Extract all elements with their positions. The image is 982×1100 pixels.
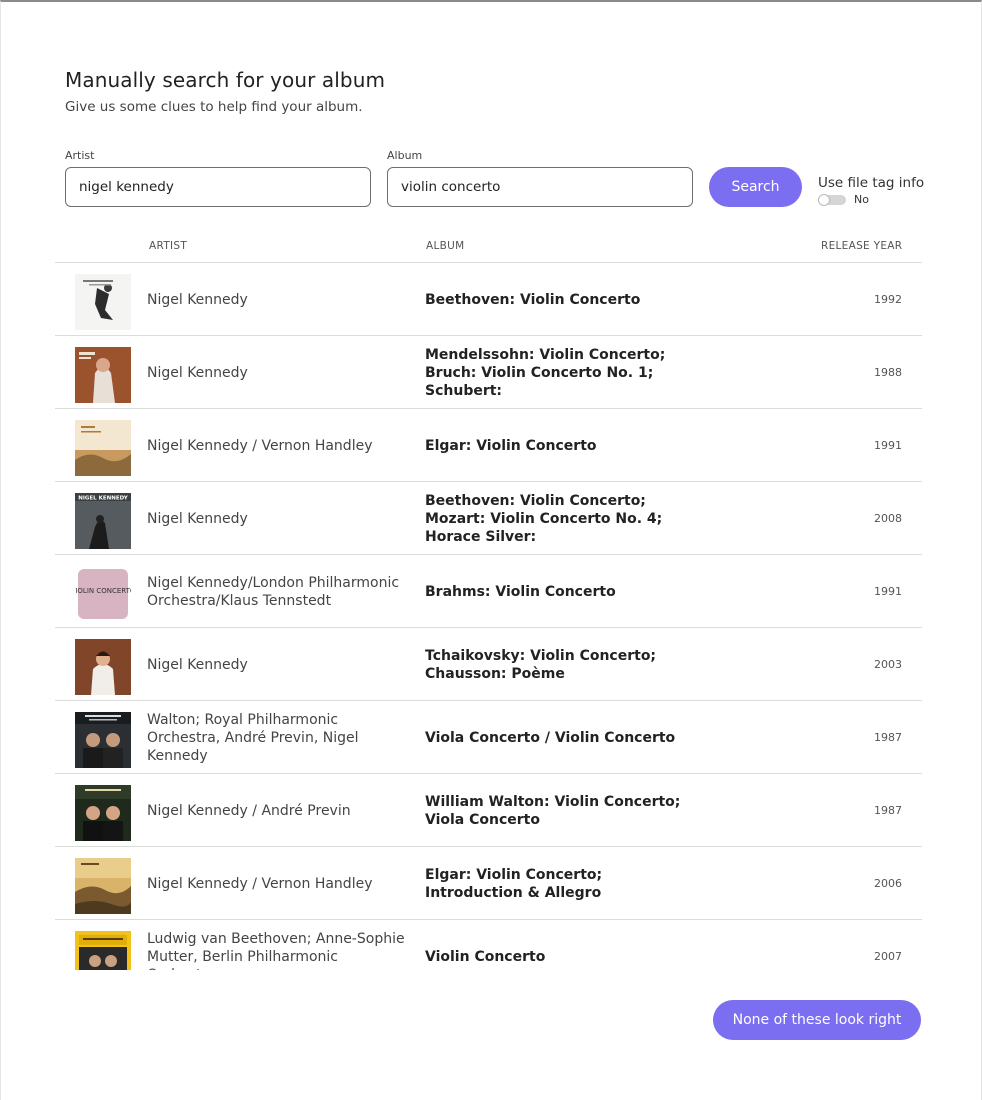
result-artist: Nigel Kennedy [147,291,248,308]
result-row[interactable]: VIOLIN CONCERTO Nigel Kennedy/London Phi… [55,555,922,628]
result-album: Elgar: Violin Concerto [425,437,597,454]
cover-art-icon: VIOLIN CONCERTO [75,566,131,622]
result-row[interactable]: NIGEL KENNEDY Nigel Kennedy Beethoven: V… [55,482,922,555]
cover-art-icon [75,785,131,841]
result-artist: Nigel Kennedy / Vernon Handley [147,875,373,892]
result-artist: Nigel Kennedy / André Previn [147,802,351,819]
result-artist: Nigel Kennedy/London Philharmonic Orches… [147,574,400,609]
cover-art-icon [75,274,131,330]
toggle-knob [818,194,830,206]
search-modal: Manually search for your album Give us s… [0,0,982,1100]
none-of-these-button[interactable]: None of these look right [713,1000,921,1040]
result-artist: Ludwig van Beethoven; Anne-Sophie Mutter… [147,930,405,971]
result-row[interactable]: Nigel Kennedy / Vernon Handley Elgar: Vi… [55,409,922,482]
result-year: 2006 [874,877,902,890]
result-album: Viola Concerto / Violin Concerto [425,729,676,746]
results-list[interactable]: Nigel Kennedy Beethoven: Violin Concerto… [55,262,922,970]
result-row[interactable]: Ludwig van Beethoven; Anne-Sophie Mutter… [55,920,922,970]
result-album: Violin Concerto [425,948,546,965]
result-year: 2003 [874,658,902,671]
result-year: 2007 [874,950,902,963]
result-year: 1992 [874,293,902,306]
result-album: Tchaikovsky: Violin Concerto; Chausson: … [425,647,657,682]
album-field-label: Album [387,149,423,162]
cover-art-icon [75,420,131,476]
cover-art-icon [75,639,131,695]
cover-art-icon [75,712,131,768]
result-album: Mendelssohn: Violin Concerto; Bruch: Vio… [425,346,666,399]
result-artist: Nigel Kennedy [147,656,248,673]
cover-art-icon: NIGEL KENNEDY [75,493,131,549]
result-album: William Walton: Violin Concerto; Viola C… [425,793,681,828]
page-title: Manually search for your album [65,68,386,92]
cover-art-icon [75,931,131,970]
result-year: 1988 [874,366,902,379]
page-subtitle: Give us some clues to help find your alb… [65,99,363,115]
file-tag-toggle[interactable] [818,194,846,206]
toggle-state-text: No [854,193,869,206]
cover-text: NIGEL KENNEDY [78,496,128,502]
result-album: Beethoven: Violin Concerto; Mozart: Viol… [425,492,663,545]
column-header-album: ALBUM [426,240,465,252]
result-artist: Nigel Kennedy [147,364,248,381]
result-row[interactable]: Walton; Royal Philharmonic Orchestra, An… [55,701,922,774]
result-artist: Nigel Kennedy / Vernon Handley [147,437,373,454]
result-row[interactable]: Nigel Kennedy Tchaikovsky: Violin Concer… [55,628,922,701]
result-year: 1991 [874,439,902,452]
result-album: Beethoven: Violin Concerto [425,291,641,308]
result-artist: Walton; Royal Philharmonic Orchestra, An… [147,711,359,764]
artist-field-label: Artist [65,149,95,162]
result-year: 2008 [874,512,902,525]
result-year: 1991 [874,585,902,598]
cover-art-icon [75,347,131,403]
cover-art-icon [75,858,131,914]
result-album: Elgar: Violin Concerto; Introduction & A… [425,866,603,901]
result-year: 1987 [874,804,902,817]
file-tag-label: Use file tag info [818,175,925,191]
result-year: 1987 [874,731,902,744]
result-artist: Nigel Kennedy [147,510,248,527]
result-row[interactable]: Nigel Kennedy Mendelssohn: Violin Concer… [55,336,922,409]
result-album: Brahms: Violin Concerto [425,583,616,600]
result-row[interactable]: Nigel Kennedy / Vernon Handley Elgar: Vi… [55,847,922,920]
result-row[interactable]: Nigel Kennedy / André Previn William Wal… [55,774,922,847]
column-header-artist: ARTIST [149,240,188,252]
search-button[interactable]: Search [709,167,802,207]
artist-input[interactable] [65,167,371,207]
column-header-year: RELEASE YEAR [821,240,903,252]
album-input[interactable] [387,167,693,207]
cover-text: VIOLIN CONCERTO [75,587,131,595]
result-row[interactable]: Nigel Kennedy Beethoven: Violin Concerto… [55,263,922,336]
